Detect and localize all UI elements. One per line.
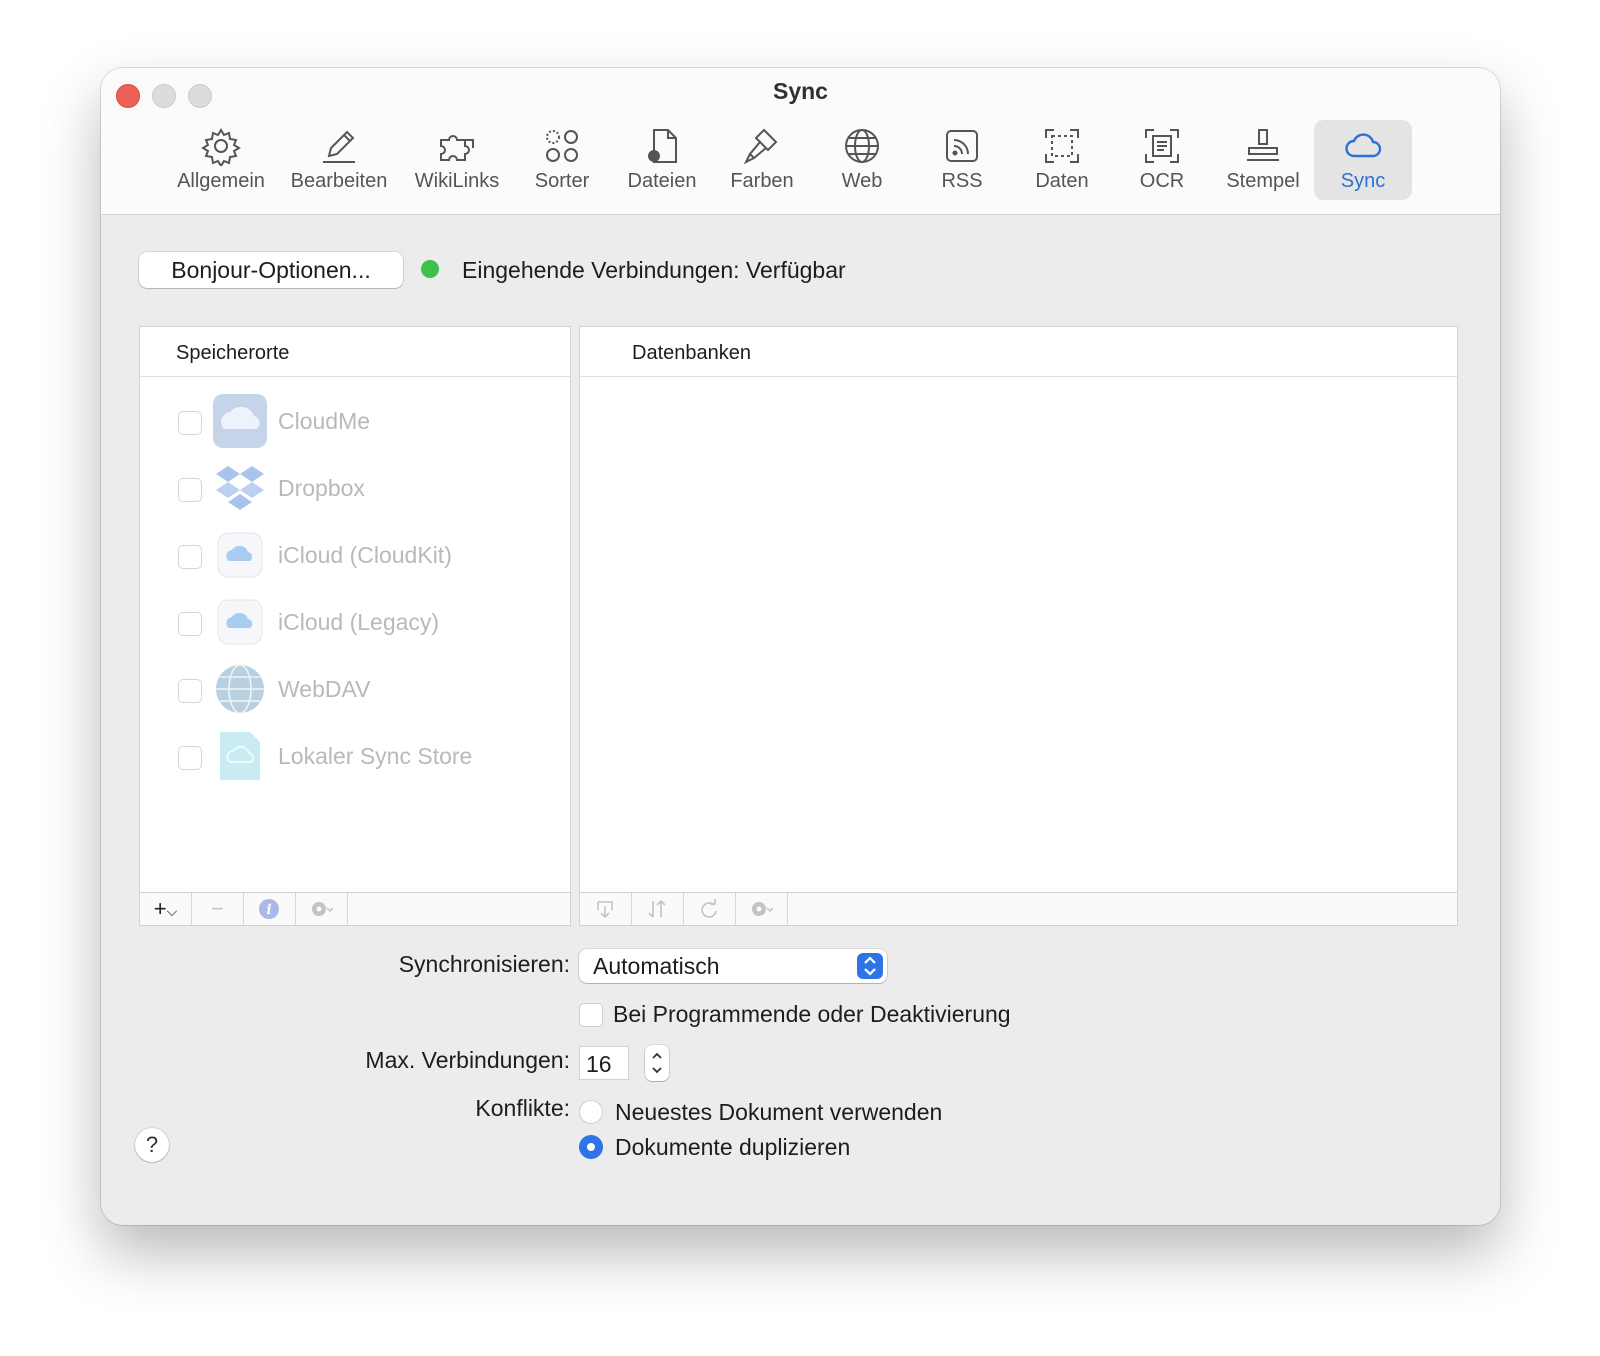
cloudme-icon	[213, 394, 267, 448]
tab-sorter[interactable]: Sorter	[513, 120, 611, 200]
window-title: Sync	[773, 78, 828, 104]
tab-daten[interactable]: Daten	[1013, 120, 1111, 200]
up-down-arrows-icon	[648, 899, 666, 918]
download-button[interactable]	[580, 893, 632, 925]
remove-location-button[interactable]: −	[192, 893, 244, 925]
databases-panel: Datenbanken	[579, 326, 1458, 926]
conflict-duplicate-radio[interactable]	[579, 1135, 603, 1159]
dropbox-icon	[216, 466, 264, 510]
icloud-icon	[217, 599, 263, 645]
location-name: iCloud (CloudKit)	[278, 542, 452, 568]
location-checkbox[interactable]	[178, 478, 202, 502]
location-action-menu[interactable]	[296, 893, 348, 925]
locations-header-label: Speicherorte	[176, 342, 290, 364]
gear-icon	[312, 902, 333, 916]
status-indicator	[421, 260, 439, 278]
tab-label: Bearbeiten	[290, 170, 388, 192]
info-icon: i	[259, 899, 279, 919]
tab-web[interactable]: Web	[813, 120, 911, 200]
location-checkbox[interactable]	[178, 746, 202, 770]
icloud-icon	[217, 532, 263, 578]
cloud-icon	[1345, 133, 1382, 158]
conflict-newest-label: Neuestes Dokument verwenden	[615, 1099, 943, 1125]
sync-on-quit-label: Bei Programmende oder Deaktivierung	[613, 1001, 1011, 1027]
brush-icon	[743, 128, 778, 165]
download-icon	[597, 901, 613, 919]
location-row-icloud-cloudkit[interactable]: iCloud (CloudKit)	[178, 525, 558, 585]
chevron-down-icon: ⌵	[166, 903, 178, 919]
location-checkbox[interactable]	[178, 612, 202, 636]
conflict-duplicate-label: Dokumente duplizieren	[615, 1134, 851, 1160]
dashed-frame-icon	[1045, 129, 1079, 163]
preferences-window: Sync Allgemein Bearbeiten WikiLinks Sort…	[101, 68, 1500, 1225]
refresh-button[interactable]	[684, 893, 736, 925]
tab-farben[interactable]: Farben	[713, 120, 811, 200]
rss-icon	[946, 130, 978, 162]
refresh-icon	[701, 899, 717, 918]
stamp-icon	[1247, 129, 1279, 161]
conflict-newest-radio[interactable]	[579, 1100, 603, 1124]
globe-icon	[845, 129, 879, 163]
max-connections-stepper[interactable]	[645, 1045, 669, 1081]
popup-arrows-icon	[857, 953, 883, 979]
sync-mode-popup[interactable]: Automatisch	[579, 949, 887, 983]
titlebar: Sync Allgemein Bearbeiten WikiLinks Sort…	[101, 68, 1500, 215]
bonjour-options-button[interactable]: Bonjour-Optionen...	[139, 252, 403, 288]
tab-dateien[interactable]: Dateien	[613, 120, 711, 200]
tab-allgemein[interactable]: Allgemein	[172, 120, 270, 200]
help-button[interactable]: ?	[135, 1128, 169, 1162]
svg-text:i: i	[266, 902, 271, 918]
databases-footer	[580, 892, 1457, 925]
location-row-icloud-legacy[interactable]: iCloud (Legacy)	[178, 592, 558, 652]
tab-wikilinks[interactable]: WikiLinks	[408, 120, 506, 200]
add-location-button[interactable]: +⌵	[140, 893, 192, 925]
tab-label: Sync	[1340, 170, 1386, 192]
gear-icon	[752, 902, 773, 916]
pencil-icon	[323, 130, 355, 163]
location-name: CloudMe	[278, 408, 371, 434]
tab-ocr[interactable]: OCR	[1113, 120, 1211, 200]
ocr-scan-icon	[1145, 129, 1179, 163]
location-name: iCloud (Legacy)	[278, 609, 440, 635]
location-row-dropbox[interactable]: Dropbox	[178, 458, 558, 518]
location-name: WebDAV	[278, 676, 371, 702]
add-symbol: +	[153, 896, 167, 921]
location-checkbox[interactable]	[178, 679, 202, 703]
sync-direction-button[interactable]	[632, 893, 684, 925]
puzzle-icon	[440, 135, 474, 161]
incoming-connections-status: Eingehende Verbindungen: Verfügbar	[462, 257, 846, 283]
location-checkbox[interactable]	[178, 545, 202, 569]
max-connections-label: Max. Verbindungen:	[365, 1047, 570, 1073]
sync-on-quit-checkbox[interactable]	[579, 1003, 603, 1027]
max-connections-field[interactable]: 16	[579, 1046, 629, 1080]
location-name: Lokaler Sync Store	[278, 743, 473, 769]
tab-bearbeiten[interactable]: Bearbeiten	[290, 120, 388, 200]
locations-panel: Speicherorte CloudMe Dropbox iCloud (Clo…	[139, 326, 571, 926]
database-action-menu[interactable]	[736, 893, 788, 925]
location-row-webdav[interactable]: WebDAV	[178, 659, 558, 719]
sync-mode-label: Synchronisieren:	[398, 951, 570, 977]
locations-footer: +⌵ − i	[140, 892, 570, 925]
sync-mode-value: Automatisch	[593, 953, 720, 979]
databases-header-label: Datenbanken	[632, 342, 751, 364]
databases-header[interactable]: Datenbanken	[580, 327, 1457, 377]
location-name: Dropbox	[278, 475, 365, 501]
tab-stempel[interactable]: Stempel	[1214, 120, 1312, 200]
info-button[interactable]: i	[244, 893, 296, 925]
circles-icon	[546, 130, 578, 162]
local-sync-store-icon	[220, 732, 260, 780]
location-row-cloudme[interactable]: CloudMe	[178, 391, 558, 451]
location-checkbox[interactable]	[178, 411, 202, 435]
conflicts-label: Konflikte:	[475, 1095, 570, 1121]
tab-sync[interactable]: Sync	[1314, 120, 1412, 200]
tab-rss[interactable]: RSS	[913, 120, 1011, 200]
gear-icon	[201, 128, 241, 166]
globe-icon	[216, 664, 264, 714]
location-row-local-sync-store[interactable]: Lokaler Sync Store	[178, 726, 558, 786]
tab-label: Allgemein	[177, 170, 265, 192]
tab-label: WikiLinks	[414, 170, 500, 192]
locations-header[interactable]: Speicherorte	[140, 327, 570, 377]
document-gear-icon	[648, 129, 677, 163]
